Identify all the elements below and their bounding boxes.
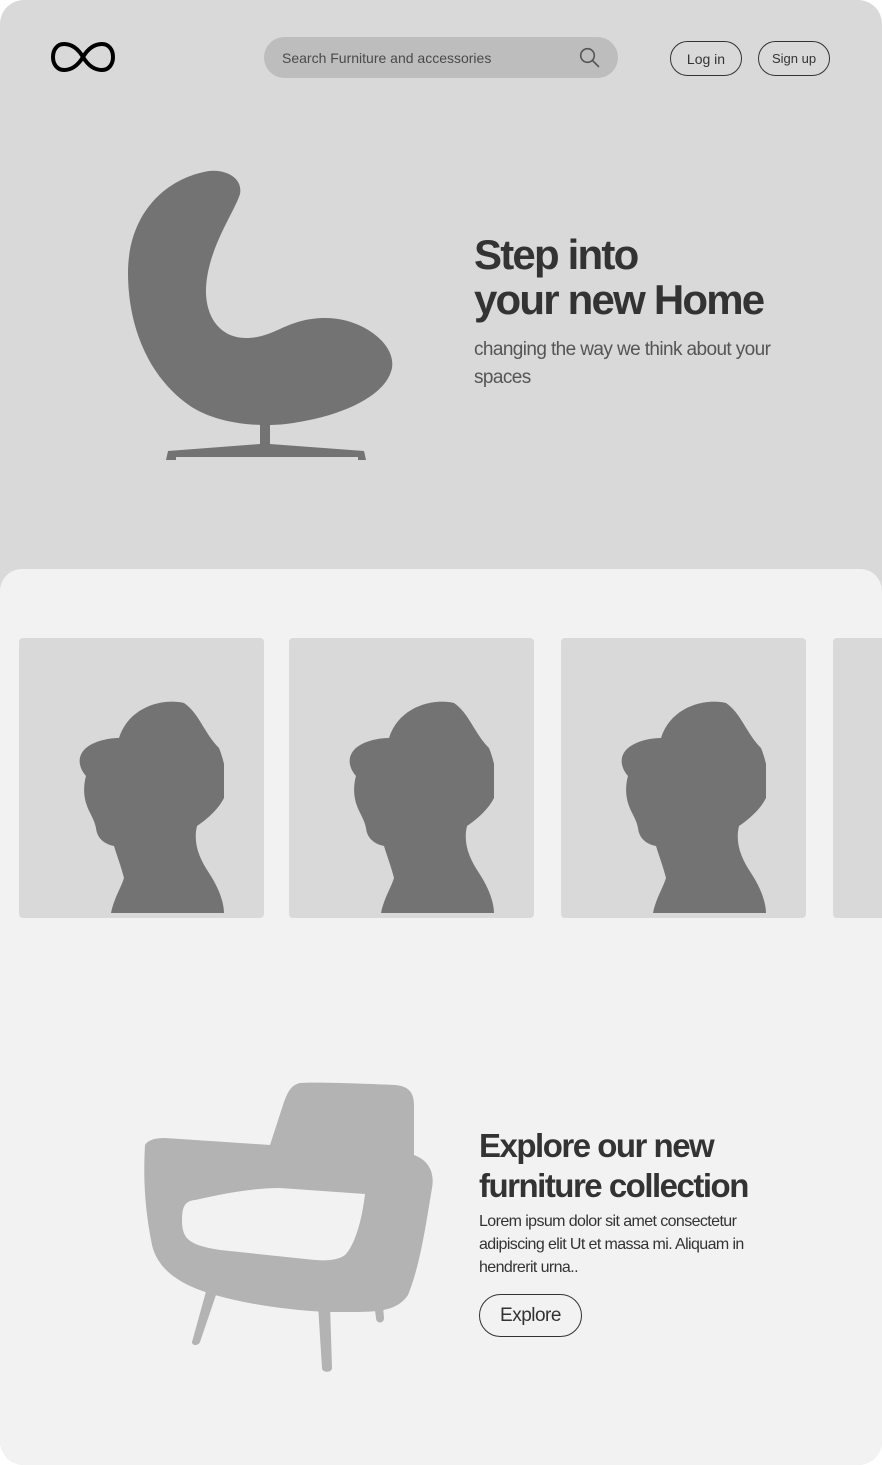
person-silhouette-icon [79,701,224,913]
signup-button[interactable]: Sign up [758,41,830,76]
armchair-icon [144,1082,433,1372]
login-button[interactable]: Log in [670,41,742,76]
explore-title-line-1: Explore our new [479,1127,715,1164]
egg-chair-icon [128,170,393,460]
explore-button[interactable]: Explore [479,1294,582,1337]
carousel-card[interactable] [289,638,534,918]
person-silhouette-icon [349,701,494,913]
hero-title: Step into your new Home [474,232,834,322]
explore-title-line-2: furniture collection [479,1167,749,1204]
search-input[interactable] [264,37,564,78]
hero-title-line-2: your new Home [474,276,765,323]
search-bar [264,37,618,78]
explore-title: Explore our new furniture collection [479,1126,799,1206]
search-icon[interactable] [579,47,600,68]
person-silhouette-icon [621,701,766,913]
hero-subtitle: changing the way we think about your spa… [474,339,771,388]
hero-title-line-1: Step into [474,231,639,278]
carousel-card-partial[interactable] [833,638,882,918]
carousel-card[interactable] [19,638,264,918]
page: Log in Sign up Step into your new Home c… [0,0,882,1465]
explore-description: Lorem ipsum dolor sit amet consectetur a… [479,1213,744,1276]
infinity-logo-icon[interactable] [50,40,116,74]
carousel-card[interactable] [561,638,806,918]
